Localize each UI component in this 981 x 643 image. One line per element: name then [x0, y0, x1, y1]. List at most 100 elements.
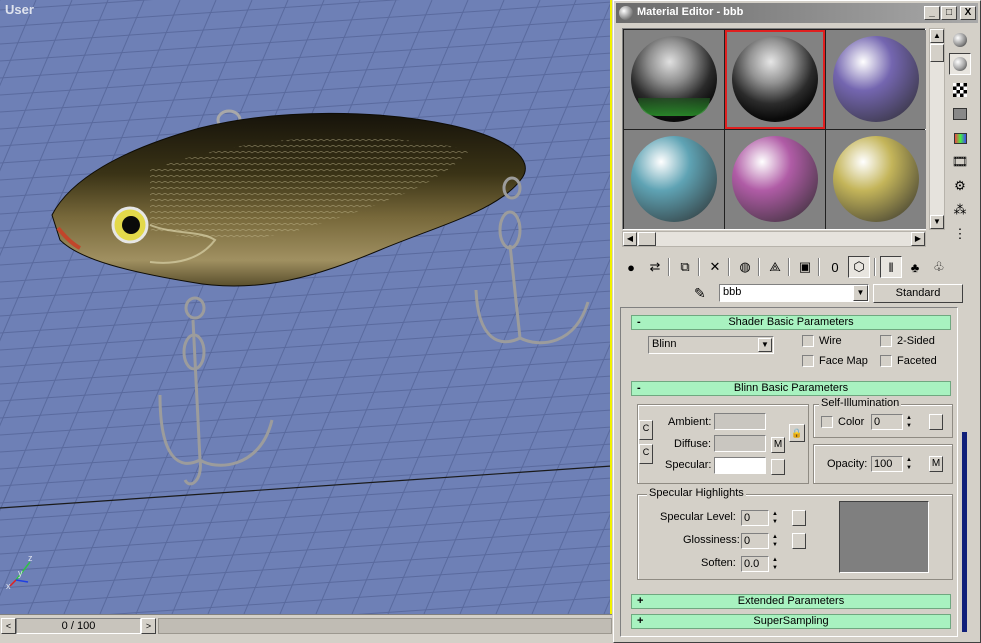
timeline-next-button[interactable]: >: [141, 618, 156, 634]
material-navigator-icon[interactable]: ⋮: [949, 223, 971, 245]
self-illum-value-spinner[interactable]: 0 ▲ ▼: [871, 414, 912, 430]
faceted-checkbox[interactable]: [880, 355, 892, 367]
opacity-map-button[interactable]: M: [929, 456, 943, 472]
material-name-value: bbb: [723, 286, 742, 298]
sample-slot-4[interactable]: [624, 130, 724, 229]
make-preview-icon[interactable]: 🎞: [949, 151, 971, 173]
chevron-down-icon[interactable]: ▼: [853, 285, 868, 301]
options-icon[interactable]: ⚙: [949, 175, 971, 197]
spinner-arrows-icon[interactable]: ▲ ▼: [770, 533, 780, 549]
close-button[interactable]: X: [960, 6, 976, 20]
opacity-label: Opacity:: [827, 458, 868, 470]
specular-map-button[interactable]: [771, 459, 785, 475]
rollout-scrollbar[interactable]: [958, 307, 972, 637]
material-name-field[interactable]: bbb ▼: [719, 284, 869, 302]
lock-icon[interactable]: 🔒: [789, 424, 805, 442]
material-sphere: [732, 36, 818, 122]
diffuse-color-swatch[interactable]: [714, 435, 766, 452]
sample-slot-3[interactable]: [826, 30, 926, 129]
material-effects-channel-icon[interactable]: 0: [824, 256, 846, 278]
supersampling-rollout-header[interactable]: + SuperSampling: [631, 614, 951, 629]
fishing-lure-model[interactable]: [0, 0, 612, 614]
spinner-arrows-icon[interactable]: ▲ ▼: [904, 414, 914, 430]
get-material-icon[interactable]: ●: [620, 256, 642, 278]
specular-level-map-button[interactable]: [792, 510, 806, 526]
soften-label: Soften:: [701, 557, 736, 569]
soften-spinner[interactable]: 0.0 ▲ ▼: [741, 556, 778, 572]
two-sided-checkbox[interactable]: [880, 335, 892, 347]
self-illum-map-button[interactable]: [929, 414, 943, 430]
shader-rollout-header[interactable]: - Shader Basic Parameters: [631, 315, 951, 330]
opacity-spinner[interactable]: 100 ▲ ▼: [871, 456, 912, 472]
sample-slot-6[interactable]: [826, 130, 926, 229]
shader-type-dropdown[interactable]: Blinn ▼: [648, 336, 774, 354]
timeline: < 0 / 100 >: [0, 614, 612, 643]
pick-material-icon[interactable]: ✎: [694, 285, 706, 302]
go-to-parent-icon[interactable]: ♣: [904, 256, 926, 278]
axis-y-label: y: [18, 568, 23, 578]
show-end-result-icon[interactable]: ‖: [880, 256, 902, 278]
viewport-label[interactable]: User: [5, 2, 34, 17]
glossiness-map-button[interactable]: [792, 533, 806, 549]
spinner-arrows-icon[interactable]: ▲ ▼: [770, 510, 780, 526]
make-unique-icon[interactable]: ⟁: [764, 256, 786, 278]
sample-uv-icon[interactable]: [949, 103, 971, 125]
specular-level-spinner[interactable]: 0 ▲ ▼: [741, 510, 778, 526]
material-type-button[interactable]: Standard: [873, 284, 963, 303]
face-map-checkbox[interactable]: [802, 355, 814, 367]
collapse-toggle: -: [637, 316, 641, 328]
checker-background-icon[interactable]: [949, 79, 971, 101]
perspective-viewport[interactable]: User z x y: [0, 0, 612, 614]
put-to-library-icon[interactable]: ▣: [794, 256, 816, 278]
title-bar[interactable]: Material Editor - bbb _ □ X: [616, 3, 978, 23]
ambient-color-swatch[interactable]: [714, 413, 766, 430]
wire-label: Wire: [819, 335, 842, 347]
glossiness-spinner[interactable]: 0 ▲ ▼: [741, 533, 778, 549]
video-color-check-icon[interactable]: [949, 127, 971, 149]
time-slider[interactable]: 0 / 100: [16, 618, 141, 634]
sphere-tint: [638, 98, 710, 116]
axis-tripod: z x y: [6, 553, 33, 590]
material-toolbar: ● ⇄ ⧉ ✕ ◍ ⟁ ▣ 0 ⬡ ‖ ♣ ♧: [620, 254, 972, 280]
material-sphere: [833, 136, 919, 222]
spinner-arrows-icon[interactable]: ▲ ▼: [904, 456, 914, 472]
expand-toggle: +: [637, 615, 644, 627]
collapse-toggle: -: [637, 382, 641, 394]
rollout-title: SuperSampling: [753, 615, 829, 627]
show-map-in-viewport-icon[interactable]: ⬡: [848, 256, 870, 278]
select-by-material-icon[interactable]: ⁂: [949, 199, 971, 221]
go-forward-to-sibling-icon[interactable]: ♧: [928, 256, 950, 278]
slots-vertical-scrollbar[interactable]: ▲ ▼: [929, 28, 945, 230]
track-bar[interactable]: [158, 618, 612, 634]
slots-horizontal-scrollbar[interactable]: ◀ ▶: [622, 231, 926, 247]
ambient-diffuse-lock-icon[interactable]: C: [639, 420, 653, 440]
timeline-prev-button[interactable]: <: [1, 618, 16, 634]
make-copy-icon[interactable]: ◍: [734, 256, 756, 278]
chevron-down-icon[interactable]: ▼: [758, 338, 772, 352]
face-map-label: Face Map: [819, 355, 868, 367]
sample-slot-1[interactable]: [624, 30, 724, 129]
assign-to-selection-icon[interactable]: ⧉: [674, 256, 696, 278]
minimize-button[interactable]: _: [924, 6, 940, 20]
maximize-button[interactable]: □: [941, 6, 957, 20]
reset-map-icon[interactable]: ✕: [704, 256, 726, 278]
specular-color-swatch[interactable]: [714, 457, 766, 474]
rollout-panel: - Shader Basic Parameters Blinn ▼ Wire 2…: [620, 307, 958, 637]
blinn-rollout-header[interactable]: - Blinn Basic Parameters: [631, 381, 951, 396]
backlight-icon[interactable]: [949, 53, 971, 75]
sample-sphere-icon[interactable]: [949, 29, 971, 51]
diffuse-map-button[interactable]: M: [771, 437, 785, 453]
diffuse-specular-lock-icon[interactable]: C: [639, 444, 653, 464]
rollout-scroll-thumb[interactable]: [962, 432, 967, 632]
material-sphere: [833, 36, 919, 122]
rollout-title: Extended Parameters: [737, 595, 845, 607]
sample-slot-2[interactable]: [725, 30, 825, 129]
put-to-scene-icon[interactable]: ⇄: [644, 256, 666, 278]
self-illum-color-checkbox[interactable]: [821, 416, 833, 428]
wire-checkbox[interactable]: [802, 335, 814, 347]
spinner-arrows-icon[interactable]: ▲ ▼: [770, 556, 780, 572]
sample-slot-5[interactable]: [725, 130, 825, 229]
extended-rollout-header[interactable]: + Extended Parameters: [631, 594, 951, 609]
faceted-label: Faceted: [897, 355, 937, 367]
window-title: Material Editor - bbb: [637, 6, 744, 18]
